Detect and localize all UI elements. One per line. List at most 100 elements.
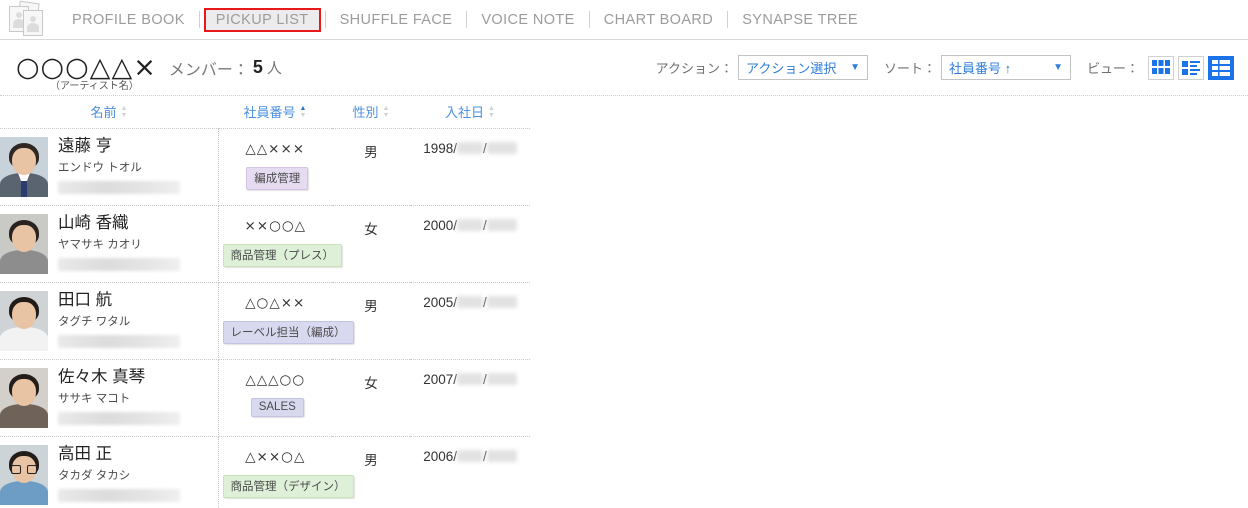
table-row[interactable]: 高田 正タカダ タカシ △××○△ 商品管理（デザイン） 男 2006//: [0, 436, 530, 508]
gender-value: 男: [364, 299, 378, 314]
nav-item-shuffle-face[interactable]: SHUFFLE FACE: [326, 8, 467, 32]
redacted-month: [457, 296, 484, 308]
column-header-join-date-label: 入社日: [445, 105, 485, 120]
table-view-button[interactable]: [1208, 55, 1234, 80]
role-tag-row: 商品管理（プレス）: [219, 234, 342, 267]
cell-name[interactable]: 山崎 香織ヤマサキ カオリ: [0, 205, 219, 283]
column-header-gender[interactable]: 性別 ▲ ▼: [332, 96, 410, 129]
redacted-month: [457, 219, 484, 231]
table-header-row: 名前 ▲ ▼ 社員番号 ▲ ▼ 性別 ▲ ▼ 入社日 ▲ ▼: [0, 96, 530, 129]
sort-asc-icon: ▲: [382, 104, 390, 112]
sort-desc-icon: ▼: [488, 111, 495, 119]
cell-name[interactable]: 高田 正タカダ タカシ: [0, 436, 219, 508]
page-title-bar: ○○○△△× （アーティスト名） メンバー： 5 人 アクション： アクション選…: [0, 40, 1248, 96]
sort-asc-icon: ▲: [488, 104, 495, 112]
cell-employee-number: △△××× 編成管理: [218, 128, 333, 206]
redacted-field: [58, 334, 180, 348]
role-tag-row: 編成管理: [219, 157, 333, 190]
cell-join-date: 2007//: [410, 359, 530, 437]
action-control-group: アクション： アクション選択 ▼: [656, 55, 868, 80]
view-label: ビュー：: [1086, 61, 1139, 76]
grid-view-icon: [1152, 59, 1170, 74]
role-tag[interactable]: 商品管理（プレス）: [222, 244, 342, 267]
role-tag[interactable]: SALES: [250, 398, 304, 417]
redacted-field: [58, 488, 180, 502]
top-navigation-bar: PROFILE BOOK PICKUP LIST SHUFFLE FACE VO…: [0, 0, 1248, 40]
person-name: 高田 正: [58, 445, 113, 463]
redacted-day: [486, 142, 517, 154]
employee-number-value: △○△××: [245, 295, 306, 311]
person-name-kana: ヤマサキ カオリ: [58, 238, 142, 251]
member-count-label: メンバー：: [168, 61, 249, 79]
person-name: 佐々木 真琴: [58, 368, 146, 386]
redacted-field: [58, 180, 180, 194]
join-date-year: 2007/: [423, 372, 458, 387]
table-view-icon: [1212, 59, 1230, 76]
redacted-month: [457, 450, 484, 462]
person-name-kana: タカダ タカシ: [58, 469, 131, 482]
sort-control-group: ソート： 社員番号 ↑ ▼: [884, 55, 1071, 80]
join-date-value: 2006//: [410, 445, 530, 464]
list-view-button[interactable]: [1178, 55, 1204, 80]
sort-select-value: 社員番号 ↑: [948, 61, 1012, 76]
nav-item-synapse-tree[interactable]: SYNAPSE TREE: [728, 8, 872, 32]
sort-desc-icon: ▼: [120, 111, 128, 119]
join-date-value: 2005//: [410, 291, 530, 310]
person-summary: 遠藤 亨エンドウ トオル: [0, 137, 218, 197]
nav-item-voice-note[interactable]: VOICE NOTE: [467, 8, 588, 32]
table-row[interactable]: 佐々木 真琴 ササキ マコト △△△○○ SALES 女 2007//: [0, 359, 530, 437]
avatar: [0, 445, 48, 505]
role-tag[interactable]: 商品管理（デザイン）: [222, 475, 354, 498]
employee-number-value: ××○○△: [244, 218, 307, 234]
table-row[interactable]: 山崎 香織 ヤマサキ カオリ ××○○△ 商品管理（プレス） 女 2000//: [0, 205, 530, 283]
join-date-year: 1998/: [423, 141, 458, 156]
column-header-employee-number[interactable]: 社員番号 ▲ ▼: [218, 96, 332, 129]
role-tag[interactable]: 編成管理: [246, 167, 309, 190]
person-name-kana: タグチ ワタル: [58, 315, 131, 328]
action-select[interactable]: アクション選択 ▼: [737, 55, 868, 80]
column-header-name-label: 名前: [90, 105, 117, 120]
action-select-value: アクション選択: [745, 61, 837, 76]
redacted-day: [486, 296, 517, 308]
sort-arrows-active: ▲ ▼: [300, 105, 307, 119]
profile-cards-icon: [6, 0, 50, 38]
join-date-year: 2005/: [423, 295, 458, 310]
nav-item-profile-book[interactable]: PROFILE BOOK: [58, 8, 199, 32]
role-tag[interactable]: レーベル担当（編成）: [222, 321, 354, 344]
gender-value: 男: [364, 145, 378, 160]
redacted-field: [58, 411, 180, 425]
person-name: 山崎 香織: [58, 214, 129, 232]
cell-name[interactable]: 佐々木 真琴 ササキ マコト: [0, 359, 219, 437]
grid-view-button[interactable]: [1148, 55, 1174, 80]
cell-name[interactable]: 田口 航タグチ ワタル: [0, 282, 219, 360]
nav-item-pickup-list[interactable]: PICKUP LIST: [203, 7, 321, 32]
cell-join-date: 1998//: [410, 128, 530, 206]
chevron-down-icon: ▼: [850, 62, 860, 73]
join-date-year: 2000/: [423, 218, 458, 233]
column-header-name[interactable]: 名前 ▲ ▼: [0, 96, 218, 129]
table-row[interactable]: 遠藤 亨エンドウ トオル △△××× 編成管理 男 1998//: [0, 128, 530, 206]
role-tag-row: SALES: [219, 388, 333, 417]
redacted-day: [486, 450, 517, 462]
member-count-unit: 人: [266, 60, 282, 77]
column-header-join-date[interactable]: 入社日 ▲ ▼: [410, 96, 530, 129]
cell-gender: 男: [332, 128, 410, 206]
cell-employee-number: △××○△ 商品管理（デザイン）: [218, 436, 354, 508]
sort-select[interactable]: 社員番号 ↑ ▼: [940, 55, 1071, 80]
view-control-group: ビュー：: [1086, 55, 1234, 80]
employee-number-value: △△×××: [245, 141, 306, 157]
cell-gender: 女: [332, 205, 410, 283]
sort-desc-icon: ▼: [299, 111, 307, 119]
sort-asc-icon: ▲: [299, 104, 307, 112]
cell-employee-number: ××○○△ 商品管理（プレス）: [218, 205, 342, 283]
person-summary: 佐々木 真琴 ササキ マコト: [0, 368, 218, 428]
view-toggle-buttons: [1148, 55, 1234, 80]
nav-item-chart-board[interactable]: CHART BOARD: [590, 8, 727, 32]
cell-name[interactable]: 遠藤 亨エンドウ トオル: [0, 128, 219, 206]
sort-arrows: ▲ ▼: [488, 105, 495, 119]
redacted-day: [486, 219, 517, 231]
table-row[interactable]: 田口 航タグチ ワタル △○△×× レーベル担当（編成） 男 2005//: [0, 282, 530, 360]
redacted-field: [58, 257, 180, 271]
sort-arrows: ▲ ▼: [121, 105, 128, 119]
chevron-down-icon: ▼: [1053, 62, 1063, 73]
